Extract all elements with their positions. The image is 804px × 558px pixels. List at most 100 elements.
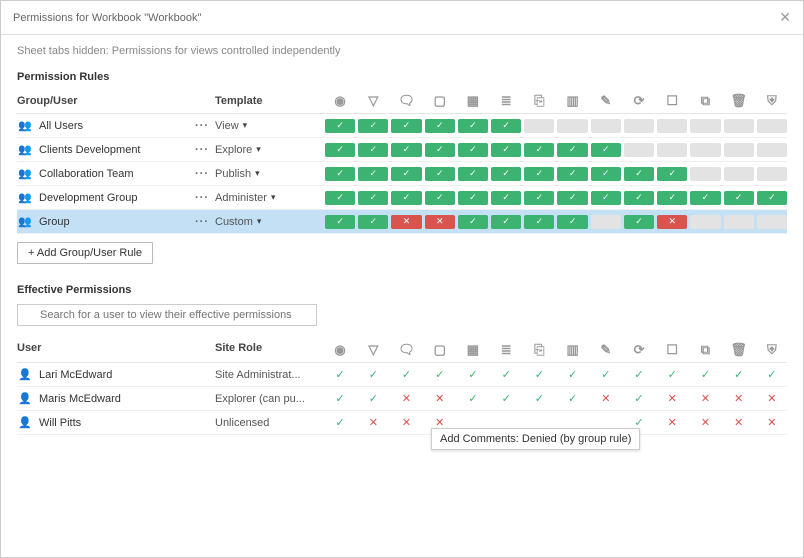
perm-pill[interactable]: ✓ xyxy=(557,143,587,157)
effective-row[interactable]: 👤Will PittsUnlicensed✓✕✕✕✓✕✕✕✕ xyxy=(17,411,787,435)
perm-pill[interactable] xyxy=(690,143,720,157)
add-group-user-rule-button[interactable]: + Add Group/User Rule xyxy=(17,242,153,264)
perm-pill[interactable]: ✓ xyxy=(557,215,587,229)
perm-pill[interactable]: ✓ xyxy=(624,167,654,181)
perm-pill[interactable]: ✓ xyxy=(491,167,521,181)
perm-col-icon: ⟳ xyxy=(624,93,654,109)
perm-pill[interactable]: ✓ xyxy=(491,143,521,157)
perm-pill[interactable]: ✕ xyxy=(425,215,455,229)
perm-pill[interactable]: ✓ xyxy=(524,215,554,229)
row-actions-button[interactable]: ··· xyxy=(189,192,215,204)
perm-pill[interactable]: ✓ xyxy=(757,191,787,205)
perm-pill[interactable]: ✓ xyxy=(624,191,654,205)
effective-section-title: Effective Permissions xyxy=(1,276,803,300)
perm-pill[interactable]: ✕ xyxy=(657,215,687,229)
perm-pill[interactable] xyxy=(724,215,754,229)
perm-pill[interactable]: ✓ xyxy=(458,143,488,157)
perm-pill[interactable]: ✓ xyxy=(657,167,687,181)
perm-pill[interactable]: ✓ xyxy=(358,191,388,205)
perm-pill[interactable] xyxy=(724,119,754,133)
perm-pill[interactable]: ✓ xyxy=(425,167,455,181)
rule-row[interactable]: 👥Clients Development···Explore▾✓✓✓✓✓✓✓✓✓ xyxy=(17,138,787,162)
perm-pill[interactable]: ✓ xyxy=(557,167,587,181)
perm-pill[interactable] xyxy=(757,215,787,229)
perm-pill[interactable]: ✓ xyxy=(358,119,388,133)
effective-row[interactable]: 👤Lari McEdwardSite Administrat...✓✓✓✓✓✓✓… xyxy=(17,363,787,387)
perm-pill[interactable]: ✓ xyxy=(624,215,654,229)
rule-row[interactable]: 👥Development Group···Administer▾✓✓✓✓✓✓✓✓… xyxy=(17,186,787,210)
perm-pill[interactable]: ✓ xyxy=(524,143,554,157)
search-input[interactable] xyxy=(17,304,317,326)
perm-pill[interactable]: ✓ xyxy=(724,191,754,205)
perm-pill[interactable]: ✓ xyxy=(325,119,355,133)
perm-pill[interactable] xyxy=(757,119,787,133)
perm-pill[interactable]: ✓ xyxy=(391,191,421,205)
perm-pill[interactable]: ✓ xyxy=(425,191,455,205)
perm-pill[interactable]: ✓ xyxy=(325,167,355,181)
perm-pill[interactable]: ✓ xyxy=(458,215,488,229)
effective-row[interactable]: 👤Maris McEdwardExplorer (can pu...✓✓✕✕✓✓… xyxy=(17,387,787,411)
perm-pill[interactable]: ✓ xyxy=(358,167,388,181)
perm-pill[interactable] xyxy=(624,143,654,157)
perm-pill[interactable]: ✓ xyxy=(690,191,720,205)
perm-pill[interactable]: ✓ xyxy=(325,215,355,229)
perm-pill[interactable] xyxy=(690,119,720,133)
perm-pill[interactable] xyxy=(524,119,554,133)
perm-col-icon: ☐ xyxy=(657,342,687,358)
perm-col-icon: ▦ xyxy=(458,93,488,109)
rule-row[interactable]: 👥Group···Custom▾✓✓✕✕✓✓✓✓✓✕ xyxy=(17,210,787,234)
close-icon[interactable]: ✕ xyxy=(779,9,791,26)
perm-pill[interactable]: ✓ xyxy=(557,191,587,205)
perm-pill[interactable] xyxy=(557,119,587,133)
row-actions-button[interactable]: ··· xyxy=(189,216,215,228)
perm-pill[interactable] xyxy=(724,143,754,157)
row-actions-button[interactable]: ··· xyxy=(189,120,215,132)
perm-pill[interactable]: ✓ xyxy=(391,119,421,133)
perm-pill[interactable]: ✓ xyxy=(391,167,421,181)
perm-pill[interactable]: ✓ xyxy=(524,191,554,205)
perm-pill[interactable]: ✓ xyxy=(524,167,554,181)
template-select[interactable]: Publish▾ xyxy=(215,168,325,180)
perm-pill[interactable] xyxy=(657,119,687,133)
perm-pill[interactable]: ✓ xyxy=(491,215,521,229)
perm-pill[interactable]: ✓ xyxy=(458,191,488,205)
perm-pill[interactable] xyxy=(624,119,654,133)
perm-pill[interactable]: ✓ xyxy=(591,167,621,181)
template-select[interactable]: Administer▾ xyxy=(215,192,325,204)
perm-pill[interactable]: ✓ xyxy=(491,119,521,133)
perm-pill[interactable]: ✓ xyxy=(425,119,455,133)
template-select[interactable]: Custom▾ xyxy=(215,216,325,228)
perm-pill[interactable] xyxy=(657,143,687,157)
perm-pill[interactable]: ✓ xyxy=(425,143,455,157)
perm-pill[interactable]: ✓ xyxy=(358,143,388,157)
perm-pill[interactable] xyxy=(591,119,621,133)
eff-perm-mark: ✕ xyxy=(425,392,455,405)
perm-pill[interactable]: ✓ xyxy=(458,119,488,133)
perm-pill[interactable] xyxy=(757,167,787,181)
perm-pill[interactable]: ✓ xyxy=(657,191,687,205)
perm-col-icon: ≣ xyxy=(491,93,521,109)
perm-pill[interactable]: ✕ xyxy=(391,215,421,229)
perm-pill[interactable] xyxy=(591,215,621,229)
perm-pill[interactable]: ✓ xyxy=(391,143,421,157)
perm-pill[interactable]: ✓ xyxy=(591,191,621,205)
eff-perm-mark: ✓ xyxy=(624,392,654,405)
row-actions-button[interactable]: ··· xyxy=(189,168,215,180)
perm-pill[interactable]: ✓ xyxy=(358,215,388,229)
perm-pill[interactable]: ✓ xyxy=(325,191,355,205)
perm-pill[interactable]: ✓ xyxy=(458,167,488,181)
rule-row[interactable]: 👥All Users···View▾✓✓✓✓✓✓ xyxy=(17,114,787,138)
perm-pill[interactable] xyxy=(724,167,754,181)
rule-row[interactable]: 👥Collaboration Team···Publish▾✓✓✓✓✓✓✓✓✓✓… xyxy=(17,162,787,186)
perm-pill[interactable] xyxy=(690,215,720,229)
perm-pill[interactable]: ✓ xyxy=(591,143,621,157)
eff-perm-mark: ✓ xyxy=(657,368,687,381)
perm-pill[interactable] xyxy=(757,143,787,157)
row-actions-button[interactable]: ··· xyxy=(189,144,215,156)
perm-pill[interactable]: ✓ xyxy=(325,143,355,157)
template-select[interactable]: Explore▾ xyxy=(215,144,325,156)
perm-pill[interactable]: ✓ xyxy=(491,191,521,205)
perm-pill[interactable] xyxy=(690,167,720,181)
perm-col-icon: ▽ xyxy=(358,342,388,358)
template-select[interactable]: View▾ xyxy=(215,120,325,132)
